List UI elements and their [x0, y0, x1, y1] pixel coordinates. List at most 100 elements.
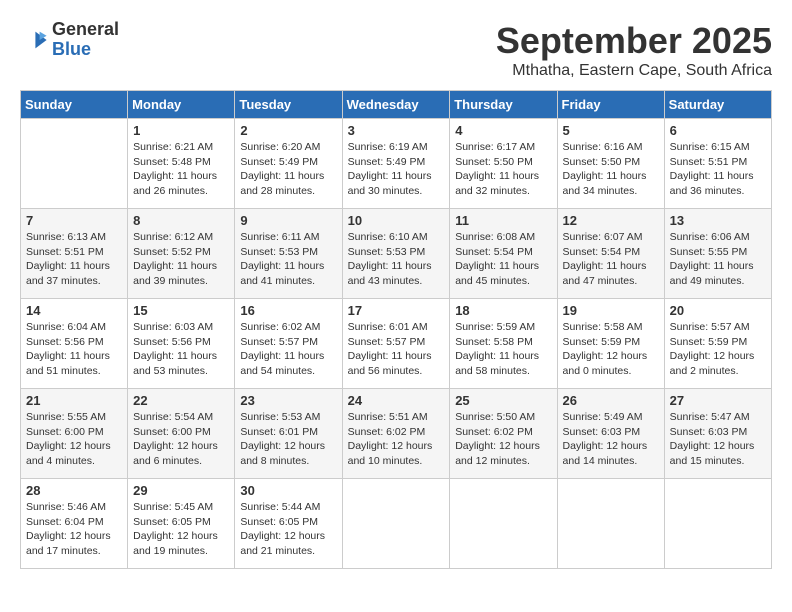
- day-number: 14: [26, 303, 122, 318]
- day-info: Sunrise: 5:50 AMSunset: 6:02 PMDaylight:…: [455, 410, 551, 469]
- day-info: Sunrise: 5:47 AMSunset: 6:03 PMDaylight:…: [670, 410, 766, 469]
- calendar-cell: 28 Sunrise: 5:46 AMSunset: 6:04 PMDayligh…: [21, 479, 128, 569]
- calendar-cell: 19 Sunrise: 5:58 AMSunset: 5:59 PMDayligh…: [557, 299, 664, 389]
- calendar-cell: 14Sunrise: 6:04 AMSunset: 5:56 PMDayligh…: [21, 299, 128, 389]
- day-number: 25: [455, 393, 551, 408]
- day-number: 22: [133, 393, 229, 408]
- calendar-cell: 15 Sunrise: 6:03 AMSunset: 5:56 PMDayligh…: [128, 299, 235, 389]
- calendar-cell: 9 Sunrise: 6:11 AMSunset: 5:53 PMDaylight…: [235, 209, 342, 299]
- day-info: Sunrise: 6:02 AMSunset: 5:57 PMDaylight:…: [240, 320, 336, 379]
- day-info: Sunrise: 5:46 AMSunset: 6:04 PMDaylight:…: [26, 500, 122, 559]
- calendar-cell: 24Sunrise: 5:51 AMSunset: 6:02 PMDayligh…: [342, 389, 450, 479]
- day-number: 21: [26, 393, 122, 408]
- calendar-cell: 10 Sunrise: 6:10 AMSunset: 5:53 PMDayligh…: [342, 209, 450, 299]
- day-info: Sunrise: 6:10 AMSunset: 5:53 PMDaylight:…: [348, 230, 445, 289]
- day-info: Sunrise: 5:53 AMSunset: 6:01 PMDaylight:…: [240, 410, 336, 469]
- calendar-cell: 22 Sunrise: 5:54 AMSunset: 6:00 PMDayligh…: [128, 389, 235, 479]
- calendar-cell: 25 Sunrise: 5:50 AMSunset: 6:02 PMDayligh…: [450, 389, 557, 479]
- day-number: 20: [670, 303, 766, 318]
- calendar-cell: 23 Sunrise: 5:53 AMSunset: 6:01 PMDayligh…: [235, 389, 342, 479]
- day-number: 8: [133, 213, 229, 228]
- day-info: Sunrise: 5:55 AMSunset: 6:00 PMDaylight:…: [26, 410, 122, 469]
- weekday-header: Monday: [128, 91, 235, 119]
- day-info: Sunrise: 5:58 AMSunset: 5:59 PMDaylight:…: [563, 320, 659, 379]
- day-number: 3: [348, 123, 445, 138]
- day-number: 11: [455, 213, 551, 228]
- day-number: 16: [240, 303, 336, 318]
- day-number: 17: [348, 303, 445, 318]
- calendar-cell: 29 Sunrise: 5:45 AMSunset: 6:05 PMDayligh…: [128, 479, 235, 569]
- calendar-week-row: 1Sunrise: 6:21 AMSunset: 5:48 PMDaylight…: [21, 119, 772, 209]
- day-number: 30: [240, 483, 336, 498]
- calendar-cell: 4Sunrise: 6:17 AMSunset: 5:50 PMDaylight…: [450, 119, 557, 209]
- weekday-header: Thursday: [450, 91, 557, 119]
- calendar-cell: [664, 479, 771, 569]
- day-info: Sunrise: 6:16 AMSunset: 5:50 PMDaylight:…: [563, 140, 659, 199]
- day-info: Sunrise: 5:59 AMSunset: 5:58 PMDaylight:…: [455, 320, 551, 379]
- calendar-cell: [557, 479, 664, 569]
- calendar-cell: 6Sunrise: 6:15 AMSunset: 5:51 PMDaylight…: [664, 119, 771, 209]
- weekday-header: Friday: [557, 91, 664, 119]
- day-number: 10: [348, 213, 445, 228]
- day-number: 12: [563, 213, 659, 228]
- calendar-cell: 20 Sunrise: 5:57 AMSunset: 5:59 PMDayligh…: [664, 299, 771, 389]
- weekday-header: Tuesday: [235, 91, 342, 119]
- calendar-cell: 30 Sunrise: 5:44 AMSunset: 6:05 PMDayligh…: [235, 479, 342, 569]
- day-info: Sunrise: 5:54 AMSunset: 6:00 PMDaylight:…: [133, 410, 229, 469]
- calendar-cell: [342, 479, 450, 569]
- calendar-cell: 17 Sunrise: 6:01 AMSunset: 5:57 PMDayligh…: [342, 299, 450, 389]
- calendar-cell: 18Sunrise: 5:59 AMSunset: 5:58 PMDayligh…: [450, 299, 557, 389]
- day-number: 7: [26, 213, 122, 228]
- calendar-cell: 27 Sunrise: 5:47 AMSunset: 6:03 PMDayligh…: [664, 389, 771, 479]
- day-number: 19: [563, 303, 659, 318]
- day-info: Sunrise: 5:44 AMSunset: 6:05 PMDaylight:…: [240, 500, 336, 559]
- day-number: 23: [240, 393, 336, 408]
- day-info: Sunrise: 6:11 AMSunset: 5:53 PMDaylight:…: [240, 230, 336, 289]
- calendar-cell: 16 Sunrise: 6:02 AMSunset: 5:57 PMDayligh…: [235, 299, 342, 389]
- calendar-week-row: 7 Sunrise: 6:13 AMSunset: 5:51 PMDaylight…: [21, 209, 772, 299]
- day-number: 9: [240, 213, 336, 228]
- day-info: Sunrise: 6:08 AMSunset: 5:54 PMDaylight:…: [455, 230, 551, 289]
- weekday-header: Wednesday: [342, 91, 450, 119]
- day-number: 24: [348, 393, 445, 408]
- calendar-cell: 12 Sunrise: 6:07 AMSunset: 5:54 PMDayligh…: [557, 209, 664, 299]
- day-info: Sunrise: 6:20 AMSunset: 5:49 PMDaylight:…: [240, 140, 336, 199]
- day-info: Sunrise: 6:19 AMSunset: 5:49 PMDaylight:…: [348, 140, 445, 199]
- calendar-cell: 3 Sunrise: 6:19 AMSunset: 5:49 PMDaylight…: [342, 119, 450, 209]
- calendar-cell: 26 Sunrise: 5:49 AMSunset: 6:03 PMDayligh…: [557, 389, 664, 479]
- logo: General Blue: [20, 20, 119, 60]
- day-info: Sunrise: 5:45 AMSunset: 6:05 PMDaylight:…: [133, 500, 229, 559]
- logo-icon: [20, 26, 48, 54]
- logo-text: General Blue: [52, 20, 119, 60]
- weekday-header: Saturday: [664, 91, 771, 119]
- header: General Blue September 2025 Mthatha, Eas…: [20, 20, 772, 80]
- calendar-cell: [450, 479, 557, 569]
- day-info: Sunrise: 6:21 AMSunset: 5:48 PMDaylight:…: [133, 140, 229, 199]
- calendar-cell: 8Sunrise: 6:12 AMSunset: 5:52 PMDaylight…: [128, 209, 235, 299]
- day-info: Sunrise: 6:07 AMSunset: 5:54 PMDaylight:…: [563, 230, 659, 289]
- calendar-cell: 13Sunrise: 6:06 AMSunset: 5:55 PMDayligh…: [664, 209, 771, 299]
- calendar-cell: 7 Sunrise: 6:13 AMSunset: 5:51 PMDaylight…: [21, 209, 128, 299]
- day-number: 28: [26, 483, 122, 498]
- day-info: Sunrise: 5:57 AMSunset: 5:59 PMDaylight:…: [670, 320, 766, 379]
- day-number: 26: [563, 393, 659, 408]
- calendar-cell: 11 Sunrise: 6:08 AMSunset: 5:54 PMDayligh…: [450, 209, 557, 299]
- day-info: Sunrise: 6:13 AMSunset: 5:51 PMDaylight:…: [26, 230, 122, 289]
- calendar-cell: [21, 119, 128, 209]
- day-number: 29: [133, 483, 229, 498]
- day-number: 6: [670, 123, 766, 138]
- day-number: 4: [455, 123, 551, 138]
- day-number: 27: [670, 393, 766, 408]
- title-section: September 2025 Mthatha, Eastern Cape, So…: [496, 20, 772, 80]
- day-info: Sunrise: 5:49 AMSunset: 6:03 PMDaylight:…: [563, 410, 659, 469]
- calendar-table: SundayMondayTuesdayWednesdayThursdayFrid…: [20, 90, 772, 569]
- calendar-cell: 5Sunrise: 6:16 AMSunset: 5:50 PMDaylight…: [557, 119, 664, 209]
- day-info: Sunrise: 6:03 AMSunset: 5:56 PMDaylight:…: [133, 320, 229, 379]
- calendar-week-row: 14Sunrise: 6:04 AMSunset: 5:56 PMDayligh…: [21, 299, 772, 389]
- calendar-cell: 1Sunrise: 6:21 AMSunset: 5:48 PMDaylight…: [128, 119, 235, 209]
- day-info: Sunrise: 6:01 AMSunset: 5:57 PMDaylight:…: [348, 320, 445, 379]
- calendar-week-row: 28 Sunrise: 5:46 AMSunset: 6:04 PMDayligh…: [21, 479, 772, 569]
- calendar-cell: 2Sunrise: 6:20 AMSunset: 5:49 PMDaylight…: [235, 119, 342, 209]
- day-number: 15: [133, 303, 229, 318]
- calendar-cell: 21 Sunrise: 5:55 AMSunset: 6:00 PMDayligh…: [21, 389, 128, 479]
